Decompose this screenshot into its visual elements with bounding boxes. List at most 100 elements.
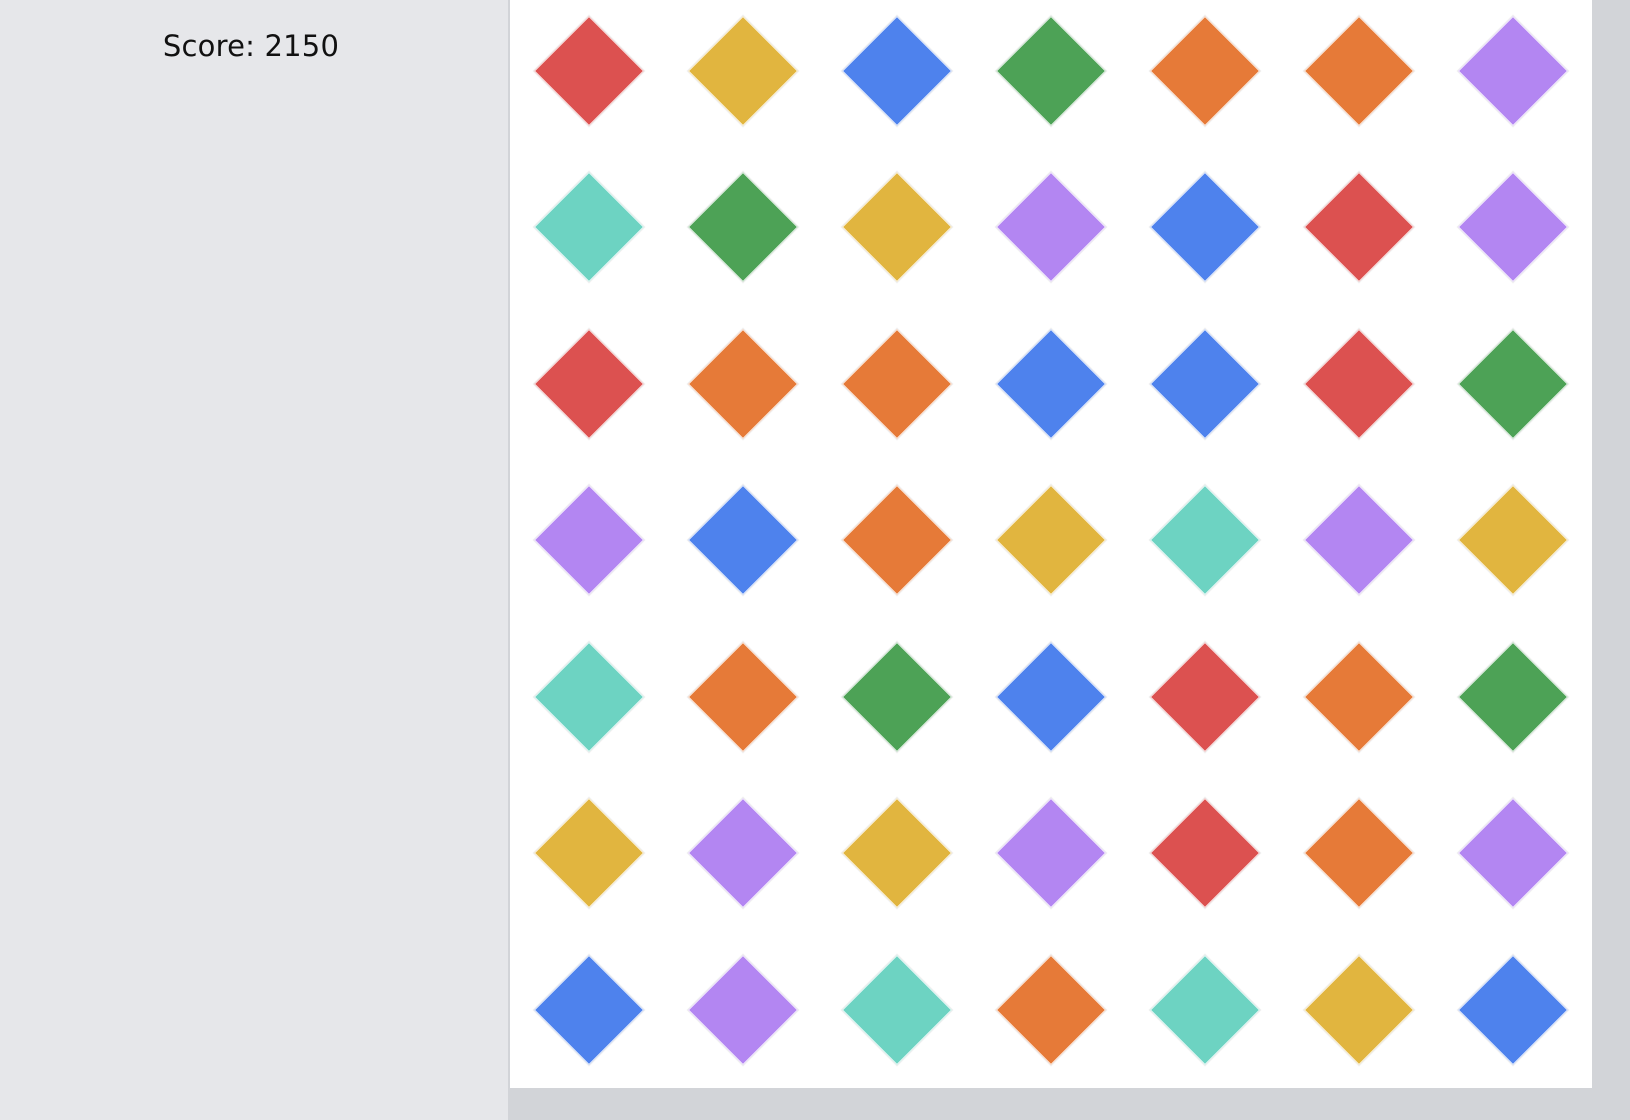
- board-cell[interactable]: [818, 305, 976, 462]
- blue-gem-icon: [1456, 952, 1570, 1067]
- blue-gem-icon: [532, 952, 646, 1067]
- board-cell[interactable]: [1434, 148, 1592, 305]
- red-gem-icon: [532, 13, 646, 128]
- orange-gem-icon: [1302, 639, 1416, 754]
- blue-gem-icon: [1148, 326, 1262, 441]
- board-cell[interactable]: [1280, 0, 1438, 149]
- board-cell[interactable]: [972, 618, 1130, 775]
- blue-gem-icon: [994, 639, 1108, 754]
- orange-gem-icon: [686, 326, 800, 441]
- board-cell[interactable]: [818, 0, 976, 149]
- yellow-gem-icon: [840, 169, 954, 284]
- purple-gem-icon: [994, 795, 1108, 910]
- yellow-gem-icon: [1302, 952, 1416, 1067]
- board-cell[interactable]: [1434, 305, 1592, 462]
- blue-gem-icon: [686, 482, 800, 597]
- teal-gem-icon: [532, 639, 646, 754]
- orange-gem-icon: [1302, 13, 1416, 128]
- yellow-gem-icon: [840, 795, 954, 910]
- board-cell[interactable]: [1434, 774, 1592, 931]
- board-cell[interactable]: [972, 305, 1130, 462]
- blue-gem-icon: [1148, 169, 1262, 284]
- board-cell[interactable]: [818, 931, 976, 1088]
- blue-gem-icon: [994, 326, 1108, 441]
- orange-gem-icon: [686, 639, 800, 754]
- board-cell[interactable]: [510, 148, 668, 305]
- teal-gem-icon: [532, 169, 646, 284]
- green-gem-icon: [840, 639, 954, 754]
- purple-gem-icon: [686, 952, 800, 1067]
- board-cell[interactable]: [972, 774, 1130, 931]
- board-cell[interactable]: [510, 774, 668, 931]
- board-cell[interactable]: [1126, 618, 1284, 775]
- board-cell[interactable]: [664, 0, 822, 149]
- board-cell[interactable]: [510, 305, 668, 462]
- yellow-gem-icon: [686, 13, 800, 128]
- board-cell[interactable]: [972, 0, 1130, 149]
- board-cell[interactable]: [1126, 774, 1284, 931]
- board-cell[interactable]: [1126, 461, 1284, 618]
- teal-gem-icon: [1148, 952, 1262, 1067]
- purple-gem-icon: [1456, 169, 1570, 284]
- board-cell[interactable]: [510, 931, 668, 1088]
- game-app: Score: 2150: [0, 0, 1630, 1120]
- yellow-gem-icon: [1456, 482, 1570, 597]
- green-gem-icon: [994, 13, 1108, 128]
- orange-gem-icon: [840, 482, 954, 597]
- board-cell[interactable]: [818, 461, 976, 618]
- board-cell[interactable]: [1280, 931, 1438, 1088]
- board-cell[interactable]: [1280, 774, 1438, 931]
- purple-gem-icon: [1302, 482, 1416, 597]
- red-gem-icon: [1302, 169, 1416, 284]
- board-cell[interactable]: [664, 305, 822, 462]
- orange-gem-icon: [994, 952, 1108, 1067]
- blue-gem-icon: [840, 13, 954, 128]
- board-cell[interactable]: [1280, 305, 1438, 462]
- teal-gem-icon: [1148, 482, 1262, 597]
- yellow-gem-icon: [994, 482, 1108, 597]
- board-cell[interactable]: [1126, 0, 1284, 149]
- red-gem-icon: [1148, 639, 1262, 754]
- yellow-gem-icon: [532, 795, 646, 910]
- board-cell[interactable]: [1434, 0, 1592, 149]
- purple-gem-icon: [1456, 795, 1570, 910]
- green-gem-icon: [1456, 639, 1570, 754]
- board-cell[interactable]: [1126, 148, 1284, 305]
- board-cell[interactable]: [510, 618, 668, 775]
- teal-gem-icon: [840, 952, 954, 1067]
- purple-gem-icon: [686, 795, 800, 910]
- orange-gem-icon: [1302, 795, 1416, 910]
- board-cell[interactable]: [1434, 461, 1592, 618]
- purple-gem-icon: [1456, 13, 1570, 128]
- board-cell[interactable]: [818, 148, 976, 305]
- red-gem-icon: [1302, 326, 1416, 441]
- orange-gem-icon: [1148, 13, 1262, 128]
- board-cell[interactable]: [510, 0, 668, 149]
- board-cell[interactable]: [1280, 618, 1438, 775]
- board-cell[interactable]: [664, 148, 822, 305]
- green-gem-icon: [686, 169, 800, 284]
- board-cell[interactable]: [510, 461, 668, 618]
- board-cell[interactable]: [1126, 305, 1284, 462]
- board-cell[interactable]: [664, 461, 822, 618]
- board-cell[interactable]: [818, 774, 976, 931]
- board-cell[interactable]: [972, 931, 1130, 1088]
- board-cell[interactable]: [972, 148, 1130, 305]
- purple-gem-icon: [994, 169, 1108, 284]
- board-cell[interactable]: [664, 618, 822, 775]
- board-cell[interactable]: [1434, 618, 1592, 775]
- board-cell[interactable]: [1280, 148, 1438, 305]
- game-board: [508, 0, 1630, 1120]
- board-cell[interactable]: [1434, 931, 1592, 1088]
- board-cell[interactable]: [1280, 461, 1438, 618]
- board-cell[interactable]: [1126, 931, 1284, 1088]
- sidebar-panel: Score: 2150: [0, 0, 508, 1120]
- orange-gem-icon: [840, 326, 954, 441]
- board-cell[interactable]: [818, 618, 976, 775]
- green-gem-icon: [1456, 326, 1570, 441]
- board-cell[interactable]: [664, 774, 822, 931]
- board-cell[interactable]: [664, 931, 822, 1088]
- red-gem-icon: [532, 326, 646, 441]
- red-gem-icon: [1148, 795, 1262, 910]
- board-cell[interactable]: [972, 461, 1130, 618]
